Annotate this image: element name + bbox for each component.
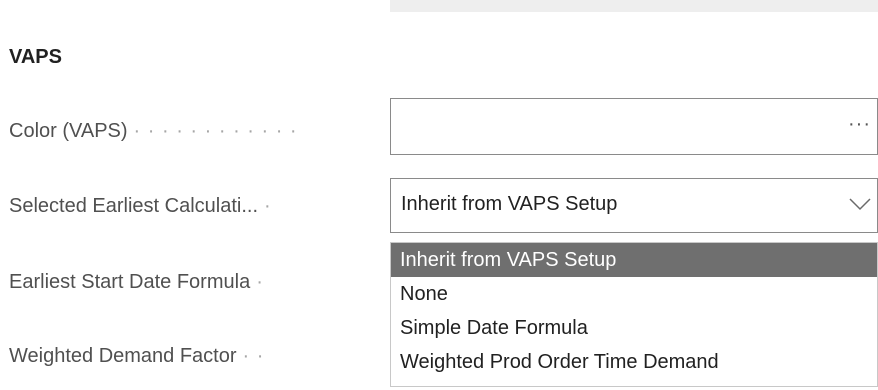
leader-dots: · bbox=[256, 271, 264, 293]
color-vaps-field[interactable]: ··· bbox=[390, 98, 878, 155]
earliest-calc-select[interactable]: Inherit from VAPS Setup bbox=[390, 178, 878, 233]
leader-dots: · · bbox=[242, 345, 265, 367]
dropdown-option-weighted-prod-order[interactable]: Weighted Prod Order Time Demand bbox=[391, 345, 877, 379]
weighted-demand-label: Weighted Demand Factor · · bbox=[9, 341, 381, 371]
earliest-calc-label-text: Selected Earliest Calculati... bbox=[9, 195, 259, 217]
section-title: VAPS bbox=[9, 46, 62, 68]
dropdown-option-none[interactable]: None bbox=[391, 277, 877, 311]
earliest-calc-label: Selected Earliest Calculati... · bbox=[9, 191, 381, 221]
previous-field-box bbox=[390, 0, 878, 12]
earliest-start-date-label-text: Earliest Start Date Formula bbox=[9, 271, 251, 293]
leader-dots: · bbox=[264, 195, 272, 217]
dropdown-option-inherit[interactable]: Inherit from VAPS Setup bbox=[391, 243, 877, 277]
dropdown-option-simple-date-formula[interactable]: Simple Date Formula bbox=[391, 311, 877, 345]
vaps-fasttab: VAPS Color (VAPS) · · · · · · · · · · · ·… bbox=[0, 0, 878, 390]
color-vaps-label: Color (VAPS) · · · · · · · · · · · · bbox=[9, 116, 381, 146]
assist-edit-ellipsis-icon[interactable]: ··· bbox=[848, 113, 871, 136]
weighted-demand-label-text: Weighted Demand Factor bbox=[9, 345, 237, 367]
chevron-down-icon[interactable] bbox=[849, 197, 871, 211]
earliest-calc-selected-value: Inherit from VAPS Setup bbox=[401, 193, 618, 215]
earliest-calc-dropdown-list: Inherit from VAPS Setup None Simple Date… bbox=[390, 242, 878, 387]
earliest-start-date-label: Earliest Start Date Formula · bbox=[9, 267, 381, 297]
leader-dots: · · · · · · · · · · · · bbox=[133, 120, 298, 142]
color-vaps-label-text: Color (VAPS) bbox=[9, 120, 128, 142]
